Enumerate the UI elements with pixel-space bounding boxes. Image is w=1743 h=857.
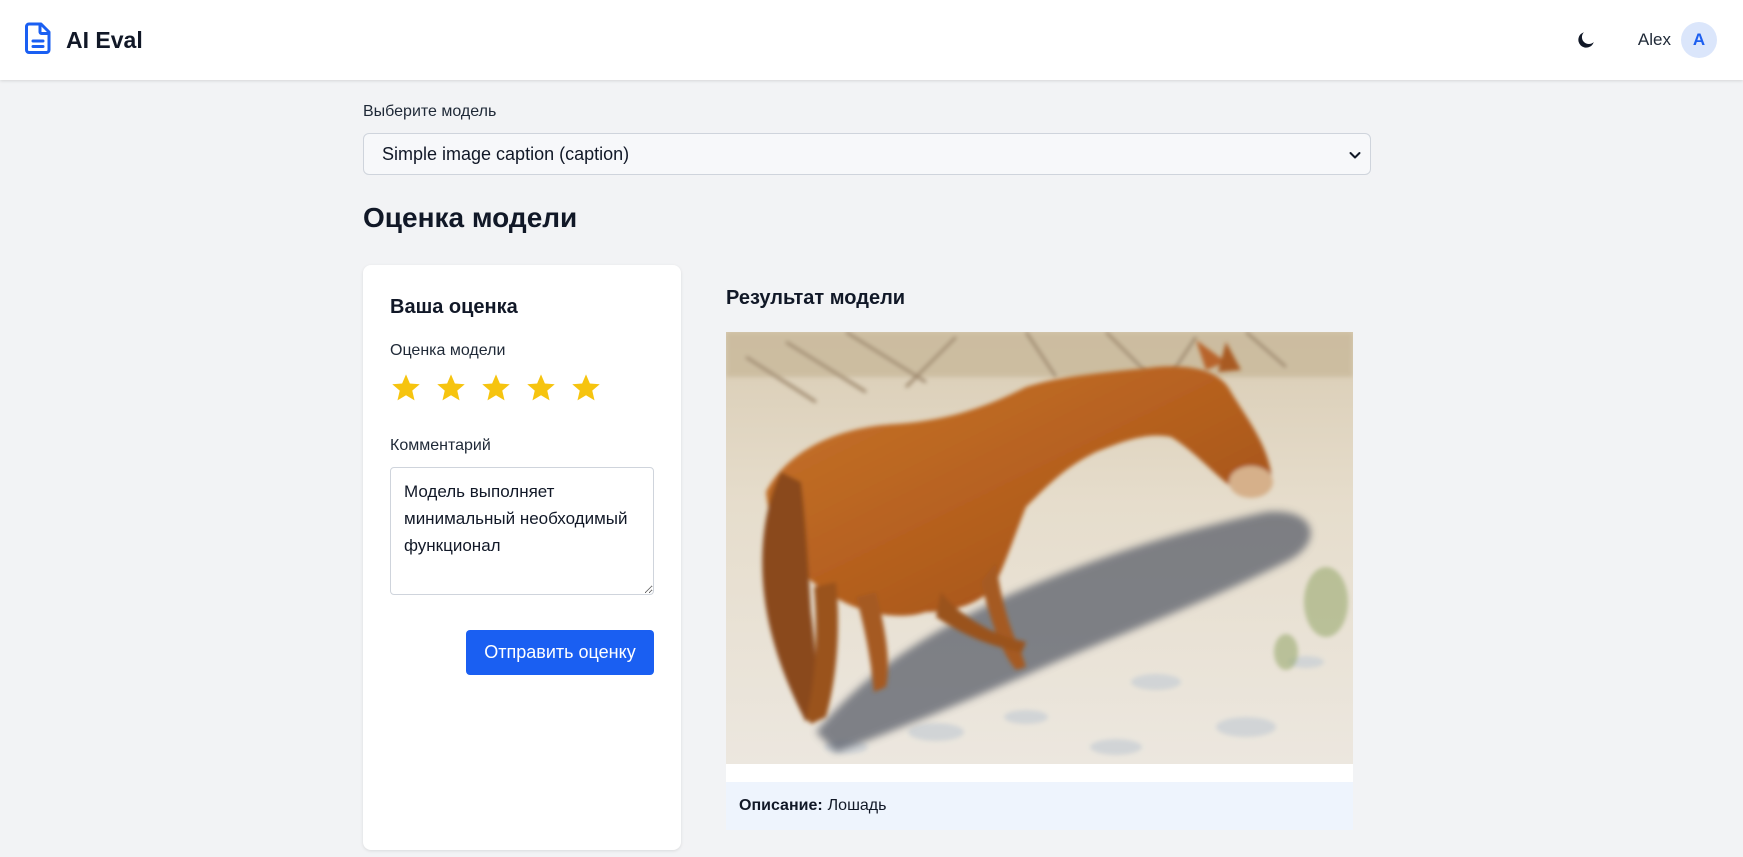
top-bar: AI Eval Alex A xyxy=(0,0,1743,80)
result-image xyxy=(726,332,1353,764)
document-icon xyxy=(24,22,52,59)
app-title: AI Eval xyxy=(66,26,143,53)
star-icon[interactable] xyxy=(480,372,512,404)
rating-label: Оценка модели xyxy=(390,342,506,359)
caption-value: Лошадь xyxy=(827,797,887,814)
caption-box: Описание: Лошадь xyxy=(726,782,1353,830)
model-select[interactable]: Simple image caption (caption) xyxy=(363,133,1371,175)
star-icon[interactable] xyxy=(525,372,557,404)
comment-label: Комментарий xyxy=(390,437,491,454)
star-icon[interactable] xyxy=(570,372,602,404)
rating-card: Ваша оценка Оценка модели Комментарий От… xyxy=(363,265,681,850)
image-footer-strip xyxy=(726,764,1353,782)
caption-key: Описание: xyxy=(739,797,823,814)
page-title: Оценка модели xyxy=(363,202,578,233)
model-select-value: Simple image caption (caption) xyxy=(382,143,630,164)
brand[interactable]: AI Eval xyxy=(24,22,143,59)
theme-toggle-button[interactable] xyxy=(1568,22,1604,58)
star-icon[interactable] xyxy=(390,372,422,404)
rating-card-title: Ваша оценка xyxy=(390,296,518,318)
comment-input[interactable] xyxy=(390,467,654,595)
star-rating xyxy=(390,372,602,404)
result-title: Результат модели xyxy=(726,287,906,309)
star-icon[interactable] xyxy=(435,372,467,404)
submit-rating-button[interactable]: Отправить оценку xyxy=(466,630,654,675)
user-name[interactable]: Alex xyxy=(1638,30,1671,50)
horse-image xyxy=(726,332,1353,764)
chevron-down-icon xyxy=(1349,152,1361,159)
moon-icon xyxy=(1578,32,1594,48)
header-actions: Alex A xyxy=(1568,22,1717,58)
model-select-label: Выберите модель xyxy=(363,103,497,120)
avatar[interactable]: A xyxy=(1681,22,1717,58)
